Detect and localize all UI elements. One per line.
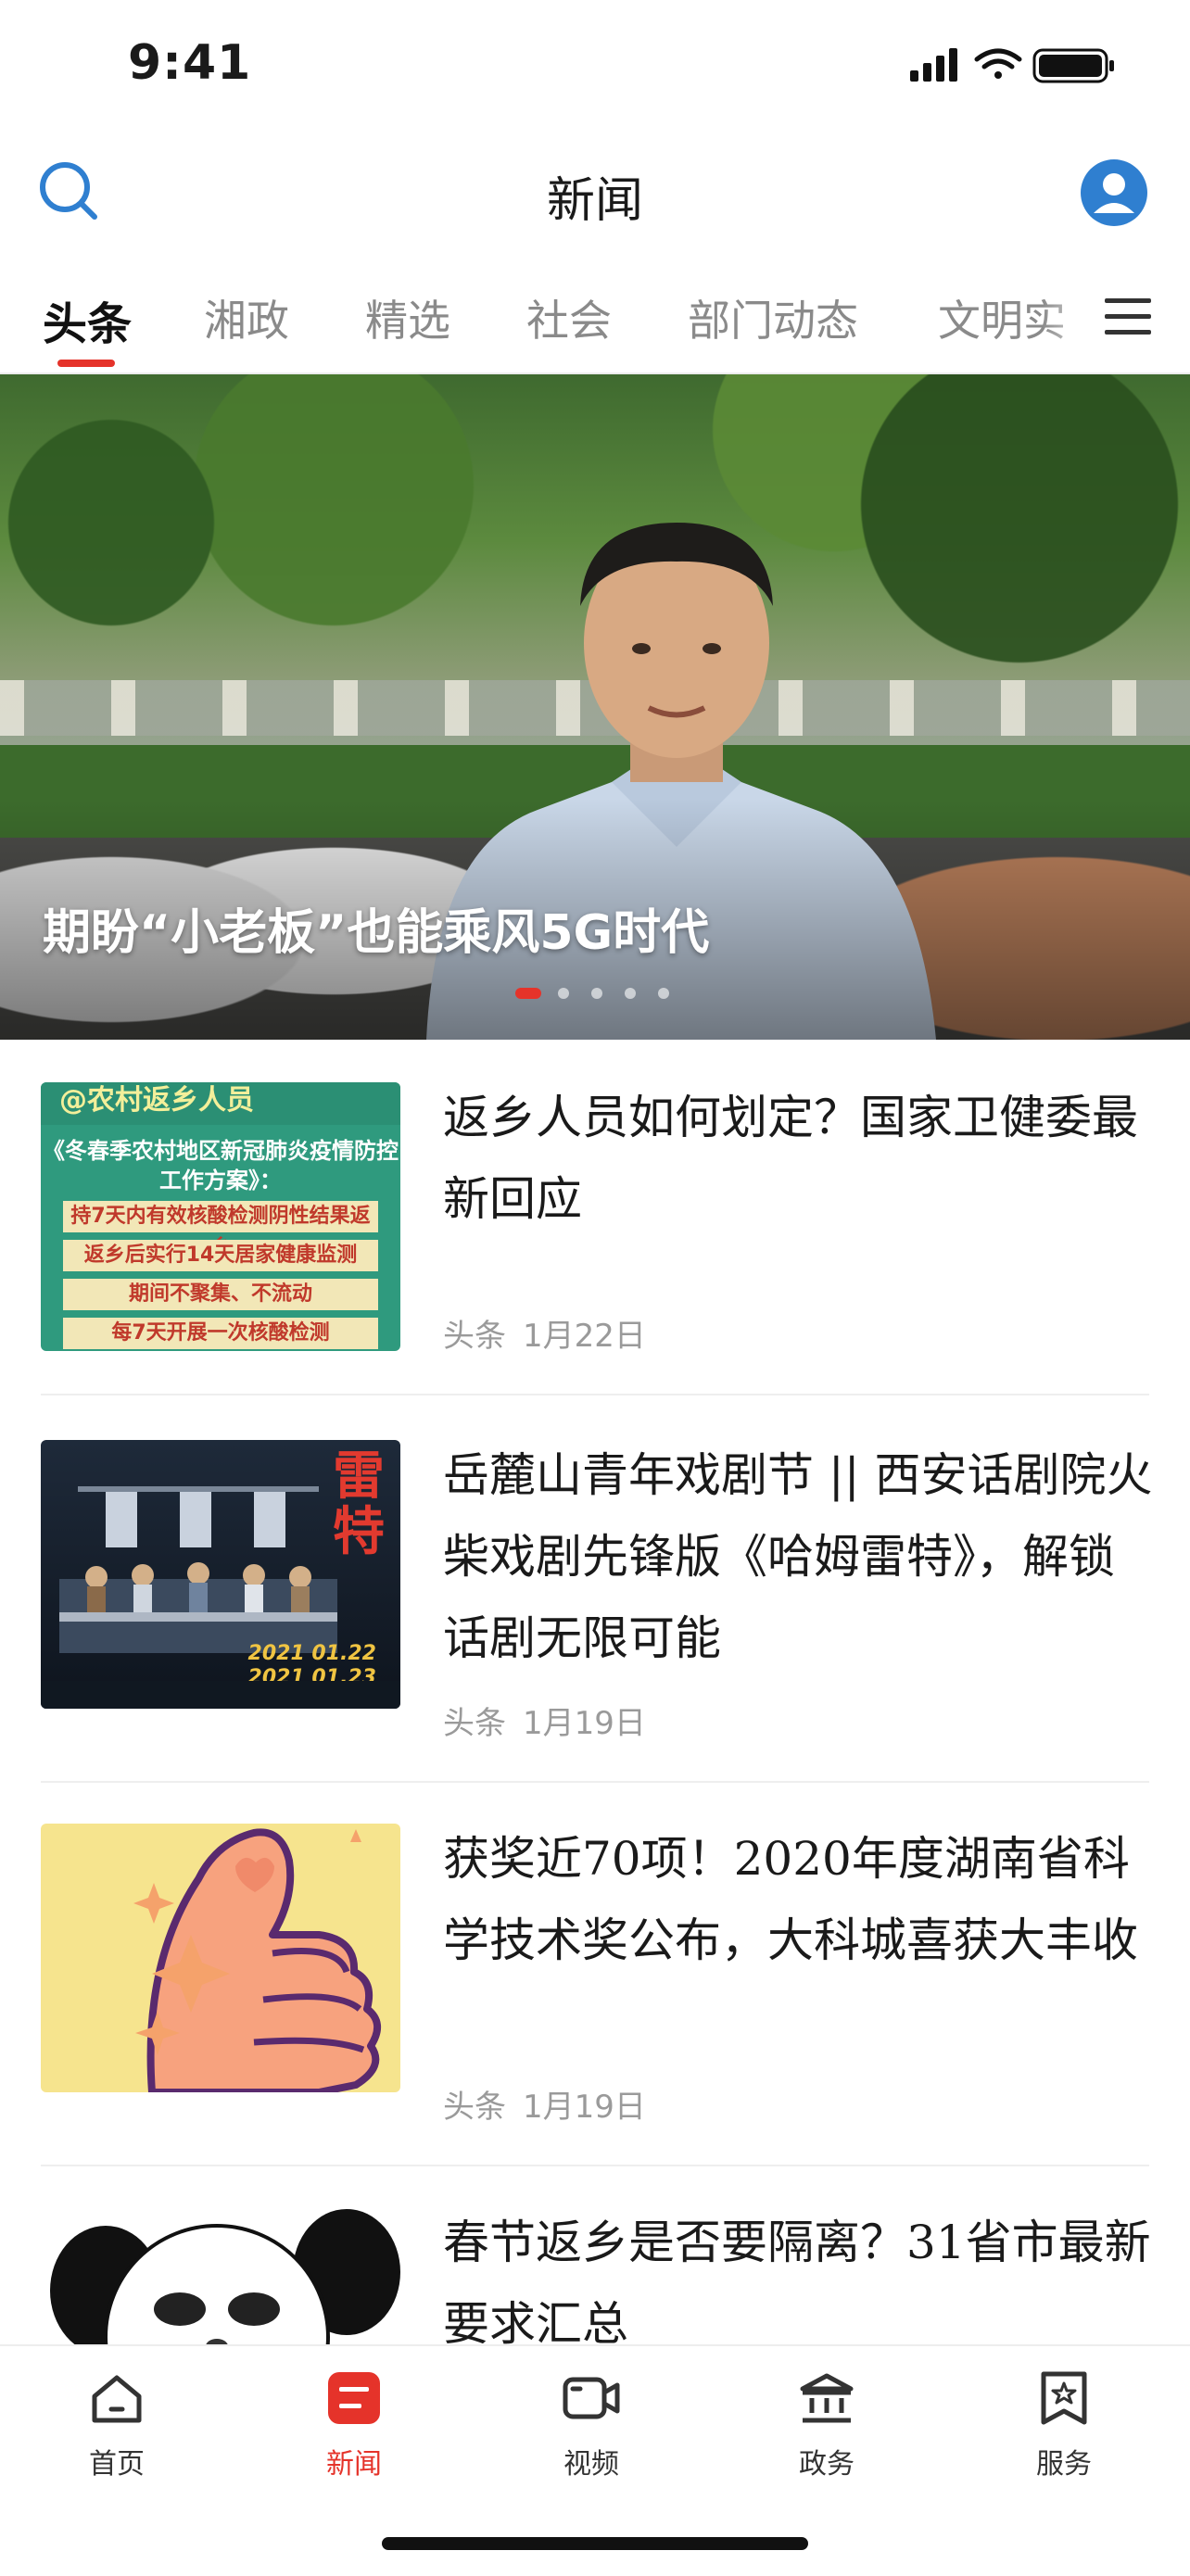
page-title: 新闻	[546, 173, 643, 229]
home-icon	[92, 2375, 142, 2423]
news-meta: 头条 1月19日	[443, 1698, 663, 1743]
news-date: 1月19日	[523, 1705, 646, 1742]
thumb-date: 2021 01.22	[247, 1642, 376, 1665]
wifi-icon	[974, 48, 1022, 79]
news-item[interactable]: @农村返乡人员 《冬春季农村地区新冠肺炎疫情防控工作方案》： 持7天内有效核酸检…	[41, 1040, 1149, 1390]
news-title: 获奖近70项！2020年度湖南省科学技术奖公布，大科城喜获大丰收	[443, 1832, 1138, 1967]
news-thumbnail: @农村返乡人员 《冬春季农村地区新冠肺炎疫情防控工作方案》： 持7天内有效核酸检…	[41, 1082, 400, 1351]
tabbar-label: 视频	[563, 2448, 619, 2481]
news-thumbnail	[41, 2207, 400, 2344]
news-meta: 头条 1月19日	[443, 2081, 663, 2127]
tabbar-label: 首页	[89, 2448, 145, 2481]
tabbar-label: 服务	[1036, 2448, 1092, 2481]
tabbar-home[interactable]: 首页	[43, 2368, 191, 2481]
news-title: 返乡人员如何划定？国家卫健委最新回应	[443, 1091, 1138, 1226]
tab-toutiao[interactable]: 头条	[43, 287, 132, 352]
panda-meme-illustration	[50, 2209, 400, 2344]
battery-icon	[1032, 48, 1114, 83]
carousel-dot[interactable]	[558, 988, 569, 999]
carousel-dot[interactable]	[658, 988, 669, 999]
thumb-row: 每7天开展一次核酸检测	[63, 1318, 378, 1349]
news-item[interactable]: 获奖近70项！2020年度湖南省科学技术奖公布，大科城喜获大丰收 头条 1月19日	[41, 1781, 1149, 2161]
tab-jingxuan[interactable]: 精选	[365, 287, 450, 348]
menu-icon	[1105, 298, 1151, 335]
thumb-row: 返乡后实行14天居家健康监测	[63, 1240, 378, 1271]
news-category: 头条	[443, 1705, 506, 1742]
tabbar-label: 政务	[799, 2448, 855, 2481]
tabbar-label: 新闻	[326, 2448, 382, 2481]
status-bar: 9:41	[0, 0, 1190, 130]
status-time: 9:41	[128, 35, 252, 91]
hero-banner[interactable]: 期盼“小老板”也能乘风5G时代	[0, 374, 1190, 1040]
news-icon	[328, 2372, 380, 2424]
news-title: 春节返乡是否要隔离？31省市最新要求汇总	[443, 2216, 1151, 2344]
service-icon	[1041, 2371, 1087, 2425]
header: 新闻	[0, 130, 1190, 250]
news-thumbnail: 雷特 2021 01.22 2021 01.23	[41, 1440, 400, 1709]
thumb-heading: 《冬春季农村地区新冠肺炎疫情防控工作方案》：	[43, 1138, 399, 1193]
tabbar-news[interactable]: 新闻	[280, 2368, 428, 2481]
tab-xiangzheng[interactable]: 湘政	[204, 287, 289, 348]
carousel-dot[interactable]	[625, 988, 636, 999]
news-category: 头条	[443, 2089, 506, 2126]
thumb-row: 持7天内有效核酸检测阴性结果返乡	[63, 1201, 378, 1259]
tab-bumen-dongtai[interactable]: 部门动态	[688, 287, 858, 348]
thumb-banner-text: @农村返乡人员	[41, 1082, 400, 1125]
tabbar-service[interactable]: 服务	[990, 2368, 1138, 2481]
news-thumbnail	[41, 1824, 400, 2092]
home-indicator[interactable]	[382, 2537, 808, 2550]
active-tab-indicator	[57, 360, 115, 367]
cellular-signal-icon	[910, 48, 957, 82]
video-icon	[563, 2377, 620, 2419]
news-meta: 头条 1月22日	[443, 1310, 663, 1356]
thumb-row: 期间不聚集、不流动	[63, 1279, 378, 1310]
news-date: 1月19日	[523, 2089, 646, 2126]
news-date: 1月22日	[523, 1318, 646, 1355]
carousel-dot[interactable]	[591, 988, 602, 999]
carousel-dot[interactable]	[515, 988, 541, 999]
tab-shehui[interactable]: 社会	[526, 287, 612, 348]
hero-caption: 期盼“小老板”也能乘风5G时代	[43, 905, 710, 961]
news-item[interactable]: 春节返乡是否要隔离？31省市最新要求汇总	[41, 2165, 1151, 2344]
channel-menu-button[interactable]	[1101, 293, 1155, 341]
category-tabs: 头条 湘政 精选 社会 部门动态 文明实	[0, 269, 1190, 374]
news-title: 岳麓山青年戏剧节 || 西安话剧院火柴戏剧先锋版《哈姆雷特》，解锁话剧无限可能	[443, 1448, 1153, 1665]
tabbar-government[interactable]: 政务	[753, 2368, 901, 2481]
thumbs-up-illustration	[133, 1828, 381, 2092]
thumb-footer	[41, 1681, 400, 1709]
user-icon	[1081, 159, 1147, 226]
status-icons	[910, 46, 1123, 83]
tabbar-video[interactable]: 视频	[517, 2368, 665, 2481]
news-category: 头条	[443, 1318, 506, 1355]
user-avatar-button[interactable]	[1079, 158, 1149, 228]
government-icon	[800, 2373, 854, 2423]
news-item[interactable]: 雷特 2021 01.22 2021 01.23 岳麓山青年戏剧节 || 西安话…	[41, 1397, 1152, 1777]
news-list: @农村返乡人员 《冬春季农村地区新冠肺炎疫情防控工作方案》： 持7天内有效核酸检…	[0, 1040, 1190, 2344]
divider	[41, 1394, 1149, 1395]
